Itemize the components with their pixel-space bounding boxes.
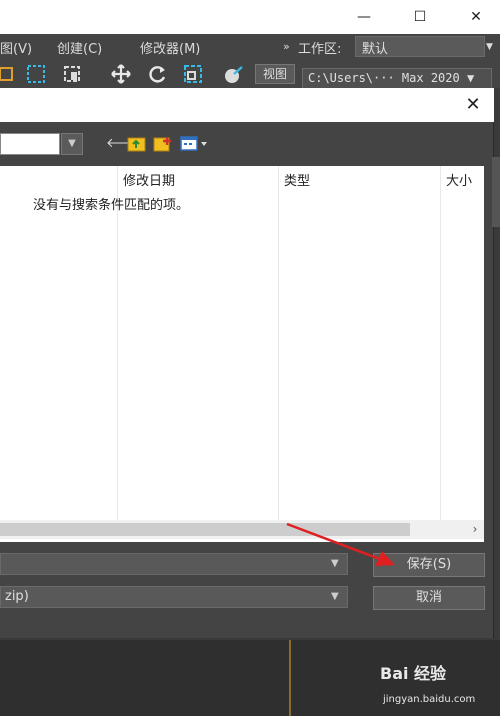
project-path-field[interactable]: C:\Users\··· Max 2020 ▼: [302, 68, 492, 90]
scale-icon[interactable]: [183, 64, 203, 84]
column-divider: [278, 166, 279, 520]
scroll-right-icon[interactable]: ›: [466, 520, 484, 539]
back-icon[interactable]: 🡐: [106, 134, 141, 154]
save-in-combo[interactable]: [0, 133, 60, 155]
cancel-button[interactable]: 取消: [373, 586, 485, 610]
column-header-type[interactable]: 类型: [278, 166, 316, 190]
horizontal-scrollbar[interactable]: ›: [0, 520, 484, 539]
file-type-select[interactable]: zip) ▼: [0, 586, 348, 608]
column-divider: [440, 166, 441, 520]
minimize-button[interactable]: —: [336, 0, 392, 34]
select-by-name-icon[interactable]: [0, 64, 20, 84]
filename-dropdown-arrow-icon[interactable]: ▼: [331, 558, 339, 569]
file-type-value: zip): [5, 589, 29, 604]
workspace-label: 工作区:: [298, 42, 342, 57]
new-folder-icon[interactable]: [152, 134, 174, 154]
dialog-titlebar: ✕: [0, 88, 494, 122]
viewport-edge: [492, 157, 500, 227]
baidu-watermark-logo: Bai 经验: [380, 664, 447, 683]
menu-modifiers[interactable]: 修改器(M): [140, 38, 200, 57]
rotate-icon[interactable]: [148, 64, 168, 84]
file-type-dropdown-arrow-icon[interactable]: ▼: [331, 591, 339, 602]
timeline-marker-line: [289, 640, 291, 716]
menu-create[interactable]: 创建(C): [57, 38, 102, 57]
empty-list-message: 没有与搜索条件匹配的项。: [33, 198, 190, 213]
view-menu-icon[interactable]: [178, 134, 212, 154]
dialog-close-button[interactable]: ✕: [458, 92, 488, 118]
column-divider: [117, 166, 118, 520]
close-window-button[interactable]: ✕: [448, 0, 500, 34]
maximize-button[interactable]: ☐: [392, 0, 448, 34]
column-header-date-modified[interactable]: 修改日期: [117, 166, 181, 190]
menu-view[interactable]: 图(V): [0, 38, 32, 57]
window-crossing-icon[interactable]: [62, 64, 82, 84]
workspace-select[interactable]: 默认: [355, 36, 485, 57]
workspace-value: 默认: [362, 42, 389, 57]
scrollbar-thumb[interactable]: [0, 523, 410, 536]
place-icon[interactable]: [222, 64, 243, 84]
column-header-size[interactable]: 大小: [440, 166, 478, 190]
window-titlebar: — ☐ ✕: [0, 0, 500, 34]
reference-coord-view-button[interactable]: 视图: [255, 64, 295, 84]
menu-overflow-icon[interactable]: »: [283, 40, 290, 53]
save-button[interactable]: 保存(S): [373, 553, 485, 577]
filename-field[interactable]: ▼: [0, 553, 348, 575]
save-file-dialog: ✕ ▼ 🡐 修改日期 类型 大小 没有与搜索条件匹配的项。 › ▼ 保存(S) …: [0, 88, 494, 638]
rect-selection-icon[interactable]: [26, 64, 46, 84]
workspace-dropdown-arrow-icon[interactable]: ▼: [486, 42, 493, 52]
save-in-dropdown-arrow-icon[interactable]: ▼: [61, 133, 83, 155]
move-icon[interactable]: [110, 64, 131, 84]
up-folder-icon[interactable]: [126, 134, 148, 154]
baidu-watermark-url: jingyan.baidu.com: [383, 694, 476, 705]
file-list[interactable]: 修改日期 类型 大小 没有与搜索条件匹配的项。 ›: [0, 166, 484, 542]
